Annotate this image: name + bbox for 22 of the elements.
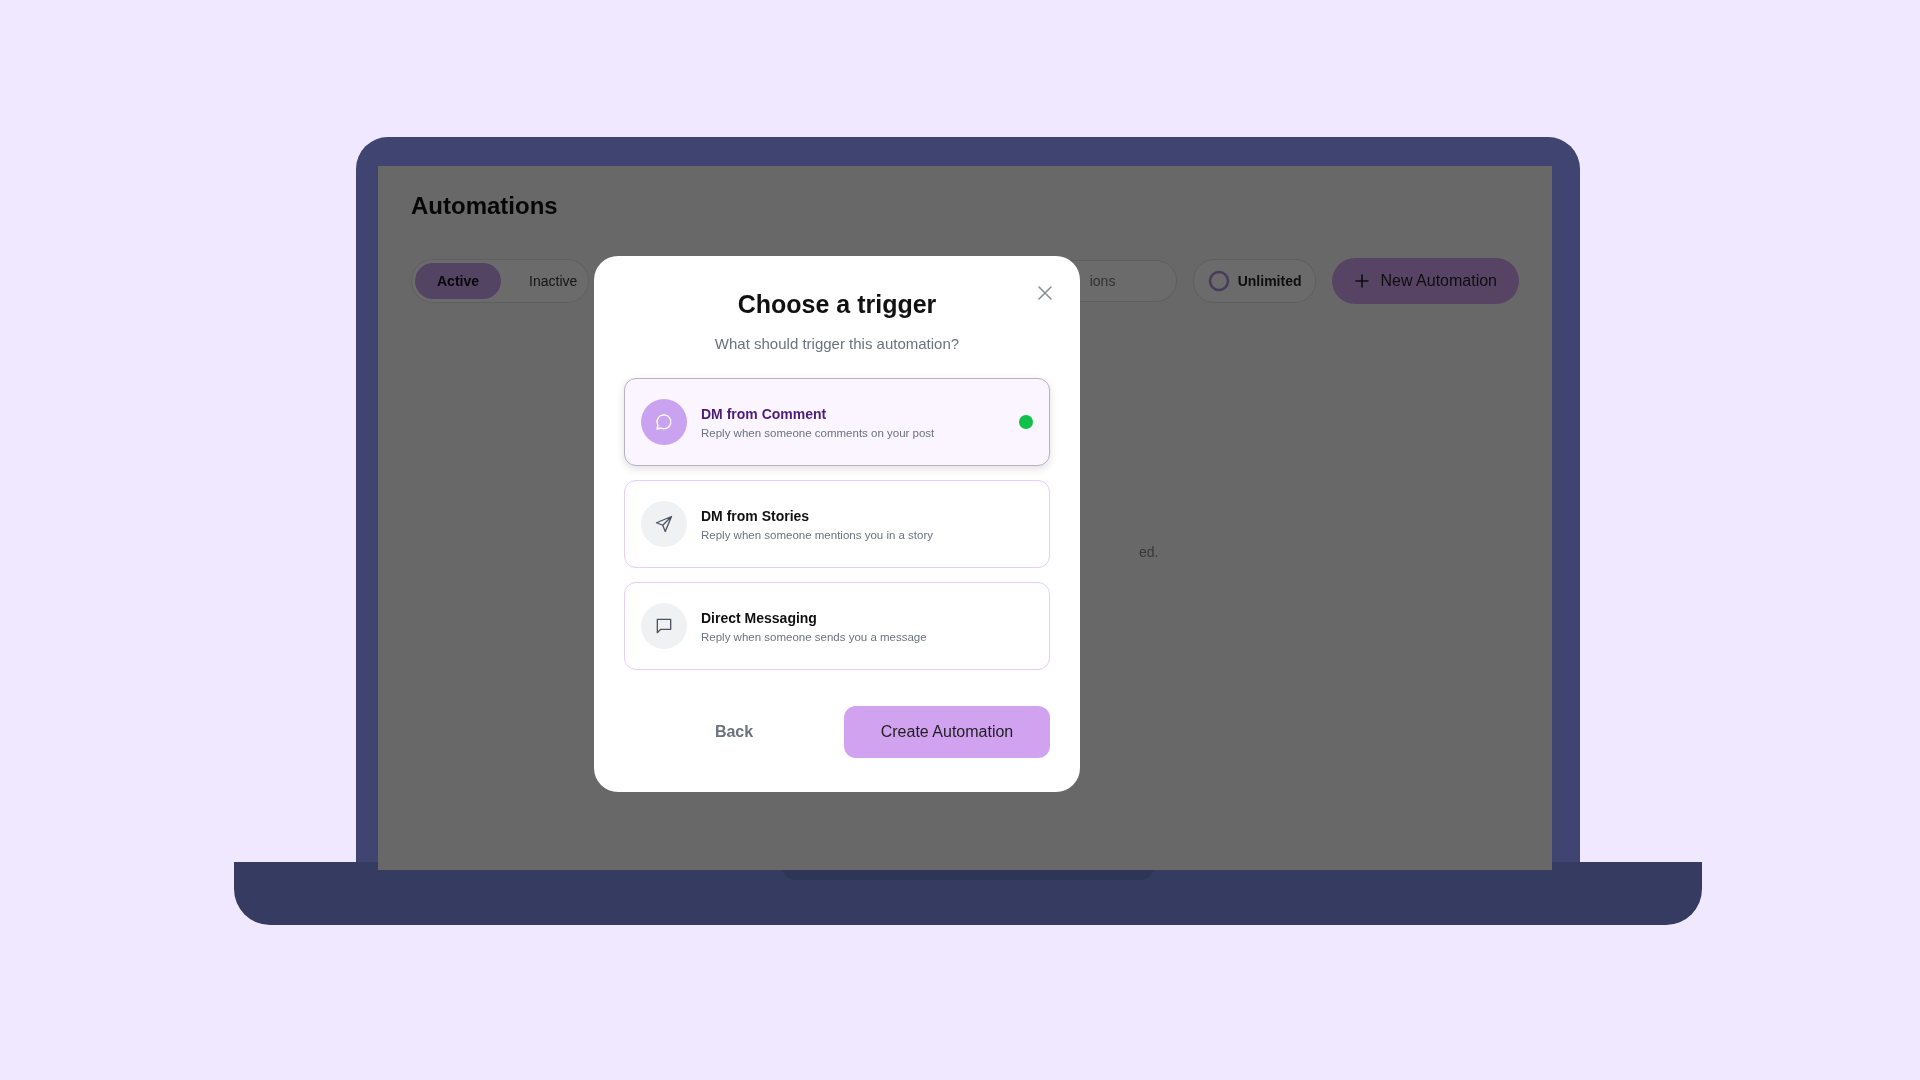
option-title: DM from Stories bbox=[701, 507, 811, 524]
option-description: Reply when someone mentions you in a story bbox=[701, 528, 935, 541]
dialog-subtitle: What should trigger this automation? bbox=[714, 335, 960, 352]
send-icon bbox=[654, 514, 674, 534]
option-title: DM from Comment bbox=[701, 405, 828, 422]
option-title: Direct Messaging bbox=[701, 609, 818, 626]
message-icon bbox=[654, 616, 674, 636]
create-automation-button[interactable]: Create Automation bbox=[844, 706, 1050, 758]
trigger-option[interactable]: Direct Messaging Reply when someone sends you a message bbox=[624, 582, 1050, 670]
close-icon[interactable] bbox=[1036, 284, 1054, 302]
ring-icon bbox=[1207, 270, 1230, 292]
page-title: Automations bbox=[411, 192, 559, 220]
trigger-option[interactable]: DM from Comment Reply when someone comments on your post bbox=[624, 378, 1050, 466]
plan-label: Unlimited bbox=[1237, 273, 1302, 289]
option-description: Reply when someone comments on your post bbox=[701, 426, 936, 439]
back-button[interactable]: Back bbox=[624, 706, 844, 758]
plus-icon bbox=[1354, 273, 1371, 289]
option-description: Reply when someone sends you a message bbox=[701, 630, 928, 643]
dialog-title: Choose a trigger bbox=[737, 290, 937, 319]
speech-bubble-icon bbox=[654, 412, 674, 432]
trigger-option[interactable]: DM from Stories Reply when someone mentions you in a story bbox=[624, 480, 1050, 568]
selected-dot bbox=[1019, 415, 1033, 429]
